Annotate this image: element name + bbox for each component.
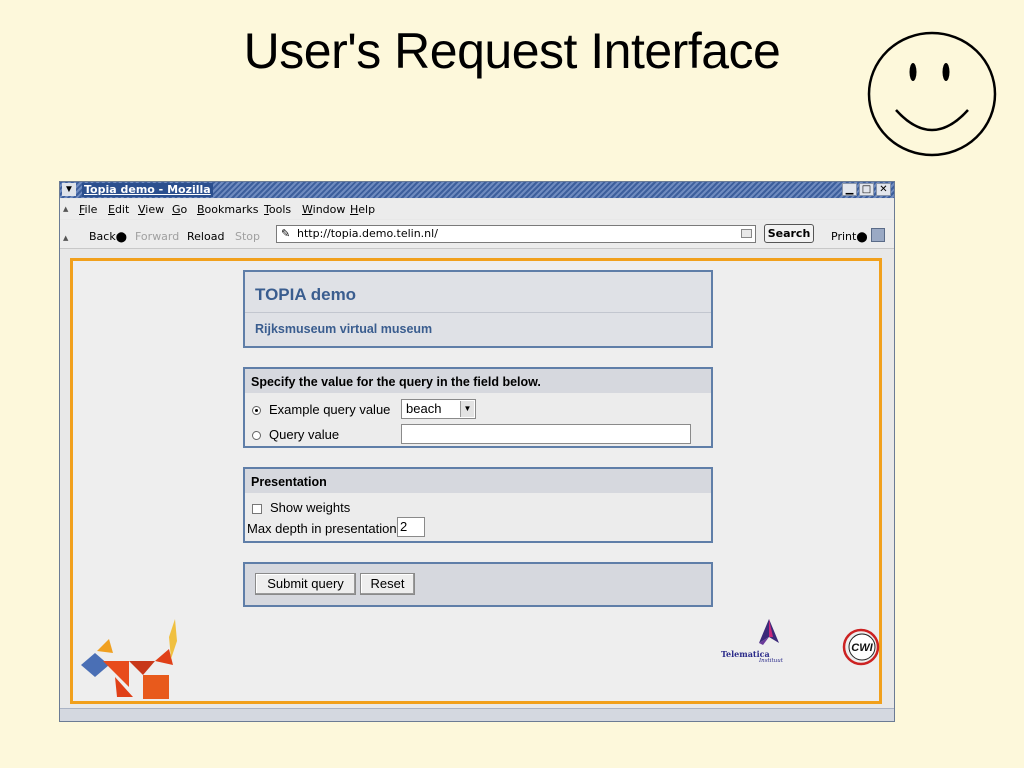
reload-button[interactable]: Reload: [187, 230, 224, 243]
menu-go[interactable]: Go: [172, 203, 187, 216]
submit-query-button[interactable]: Submit query: [255, 573, 356, 595]
custom-query-label: Query value: [269, 427, 340, 442]
query-panel-header: Specify the value for the query in the f…: [245, 369, 711, 393]
url-text: http://topia.demo.telin.nl/: [297, 227, 438, 240]
toolbar-grip-icon[interactable]: ▲: [63, 205, 69, 213]
chevron-down-icon: ▼: [460, 401, 474, 417]
print-icon: ⬤: [856, 232, 868, 243]
url-input[interactable]: ✎ http://topia.demo.telin.nl/: [276, 225, 756, 243]
minimize-icon[interactable]: ▁: [842, 183, 857, 196]
show-weights-label: Show weights: [270, 500, 351, 515]
browser-window: ▼ Topia demo - Mozilla ▁ □ ✕ ▲ File Edit…: [59, 181, 895, 722]
window-titlebar[interactable]: ▼ Topia demo - Mozilla ▁ □ ✕: [60, 182, 894, 198]
example-query-label: Example query value: [269, 402, 391, 417]
svg-text:CWI: CWI: [851, 642, 873, 654]
menu-bar: ▲ File Edit View Go Bookmarks Tools Wind…: [60, 199, 894, 219]
page-icon: ✎: [281, 227, 291, 240]
window-menu-icon[interactable]: ▼: [62, 183, 76, 196]
max-depth-label: Max depth in presentation:: [247, 521, 401, 536]
presentation-panel: Presentation Show weights Max depth in p…: [243, 467, 713, 543]
throbber-icon: [871, 228, 885, 242]
show-weights-row: Show weights: [252, 500, 350, 515]
menu-bookmarks[interactable]: Bookmarks: [197, 203, 258, 216]
url-history-dropdown[interactable]: [741, 229, 752, 238]
back-icon: ⬤: [115, 232, 127, 243]
topia-tangram-logo: [81, 619, 177, 699]
example-query-select[interactable]: beach ▼: [401, 399, 476, 419]
close-icon[interactable]: ✕: [876, 183, 891, 196]
menu-window[interactable]: Window: [302, 203, 345, 216]
example-query-row: Example query value: [252, 402, 390, 417]
maximize-icon[interactable]: □: [859, 183, 874, 196]
example-query-radio[interactable]: [252, 406, 261, 416]
presentation-heading: Presentation: [251, 475, 327, 489]
reset-button[interactable]: Reset: [360, 573, 415, 595]
page-viewport: TOPIA demo Rijksmuseum virtual museum Sp…: [70, 258, 882, 704]
presentation-panel-header: Presentation: [245, 469, 711, 493]
cwi-logo-icon: CWI: [842, 628, 880, 666]
search-button[interactable]: Search: [764, 224, 814, 243]
menu-help[interactable]: Help: [350, 203, 375, 216]
show-weights-checkbox[interactable]: [252, 503, 262, 514]
menu-tools[interactable]: Tools: [264, 203, 291, 216]
forward-button[interactable]: Forward: [135, 230, 179, 243]
print-button[interactable]: Print⬤: [831, 230, 868, 243]
telematica-logo-subtext: Instituut: [759, 658, 784, 664]
query-heading: Specify the value for the query in the f…: [251, 375, 541, 389]
back-button[interactable]: Back⬤: [89, 230, 127, 243]
menu-file[interactable]: File: [79, 203, 97, 216]
smiley-icon: [867, 31, 997, 157]
example-query-selected: beach: [406, 401, 442, 416]
custom-query-radio[interactable]: [252, 431, 261, 441]
menu-edit[interactable]: Edit: [108, 203, 129, 216]
toolbar-grip-icon[interactable]: ▲: [63, 234, 69, 242]
page-heading: TOPIA demo: [255, 285, 357, 304]
actions-panel: Submit query Reset: [243, 562, 713, 607]
window-title: Topia demo - Mozilla: [82, 183, 213, 197]
telematica-logo-icon: [759, 619, 779, 645]
custom-query-row: Query value: [252, 427, 339, 442]
header-panel: TOPIA demo Rijksmuseum virtual museum: [243, 270, 713, 348]
max-depth-input[interactable]: 2: [397, 517, 425, 537]
stop-button[interactable]: Stop: [235, 230, 260, 243]
query-value-input[interactable]: [401, 424, 691, 444]
menu-view[interactable]: View: [138, 203, 164, 216]
header-divider: [245, 312, 711, 313]
window-status-edge: [60, 708, 894, 721]
navigation-toolbar: ▲ Back⬤ Forward Reload Stop ✎ http://top…: [60, 220, 894, 249]
query-panel: Specify the value for the query in the f…: [243, 367, 713, 448]
page-subheading: Rijksmuseum virtual museum: [255, 322, 433, 336]
